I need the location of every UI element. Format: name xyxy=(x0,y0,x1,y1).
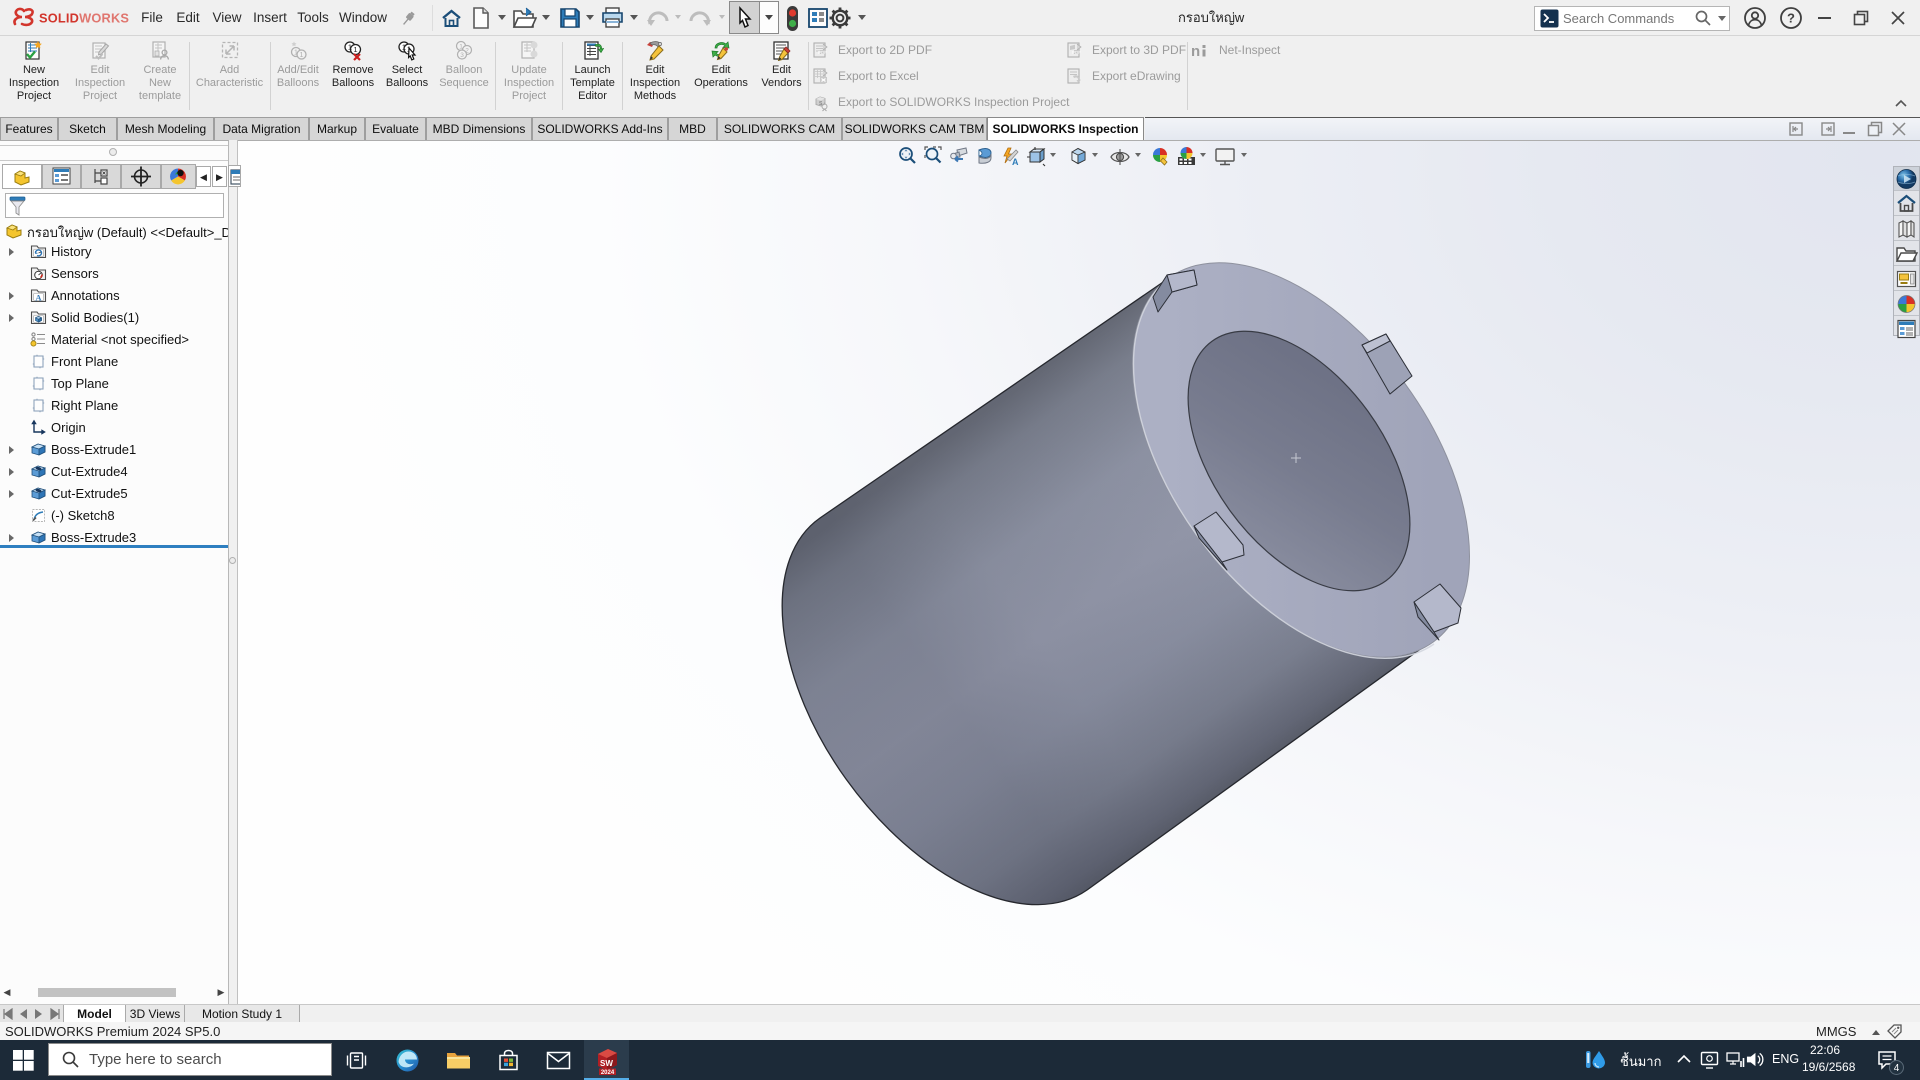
svg-text:?: ? xyxy=(1787,11,1795,26)
svg-text:SW: SW xyxy=(600,1059,613,1068)
svg-text:1: 1 xyxy=(348,43,352,52)
svg-text:A: A xyxy=(35,292,42,302)
svg-text:PDF: PDF xyxy=(1072,50,1081,55)
svg-text:1: 1 xyxy=(294,50,298,57)
svg-text:2024: 2024 xyxy=(601,1070,615,1076)
svg-text:A: A xyxy=(1012,157,1019,167)
svg-text:1: 1 xyxy=(459,44,463,51)
svg-text:n: n xyxy=(1191,43,1200,60)
svg-text:1: 1 xyxy=(353,45,357,54)
svg-text:SOLIDWORKS: SOLIDWORKS xyxy=(39,11,129,26)
svg-text:2: 2 xyxy=(465,48,469,55)
svg-text:1: 1 xyxy=(300,52,304,59)
svg-text:3: 3 xyxy=(460,52,464,59)
svg-text:1: 1 xyxy=(402,43,406,52)
svg-text:PDF: PDF xyxy=(818,50,827,55)
